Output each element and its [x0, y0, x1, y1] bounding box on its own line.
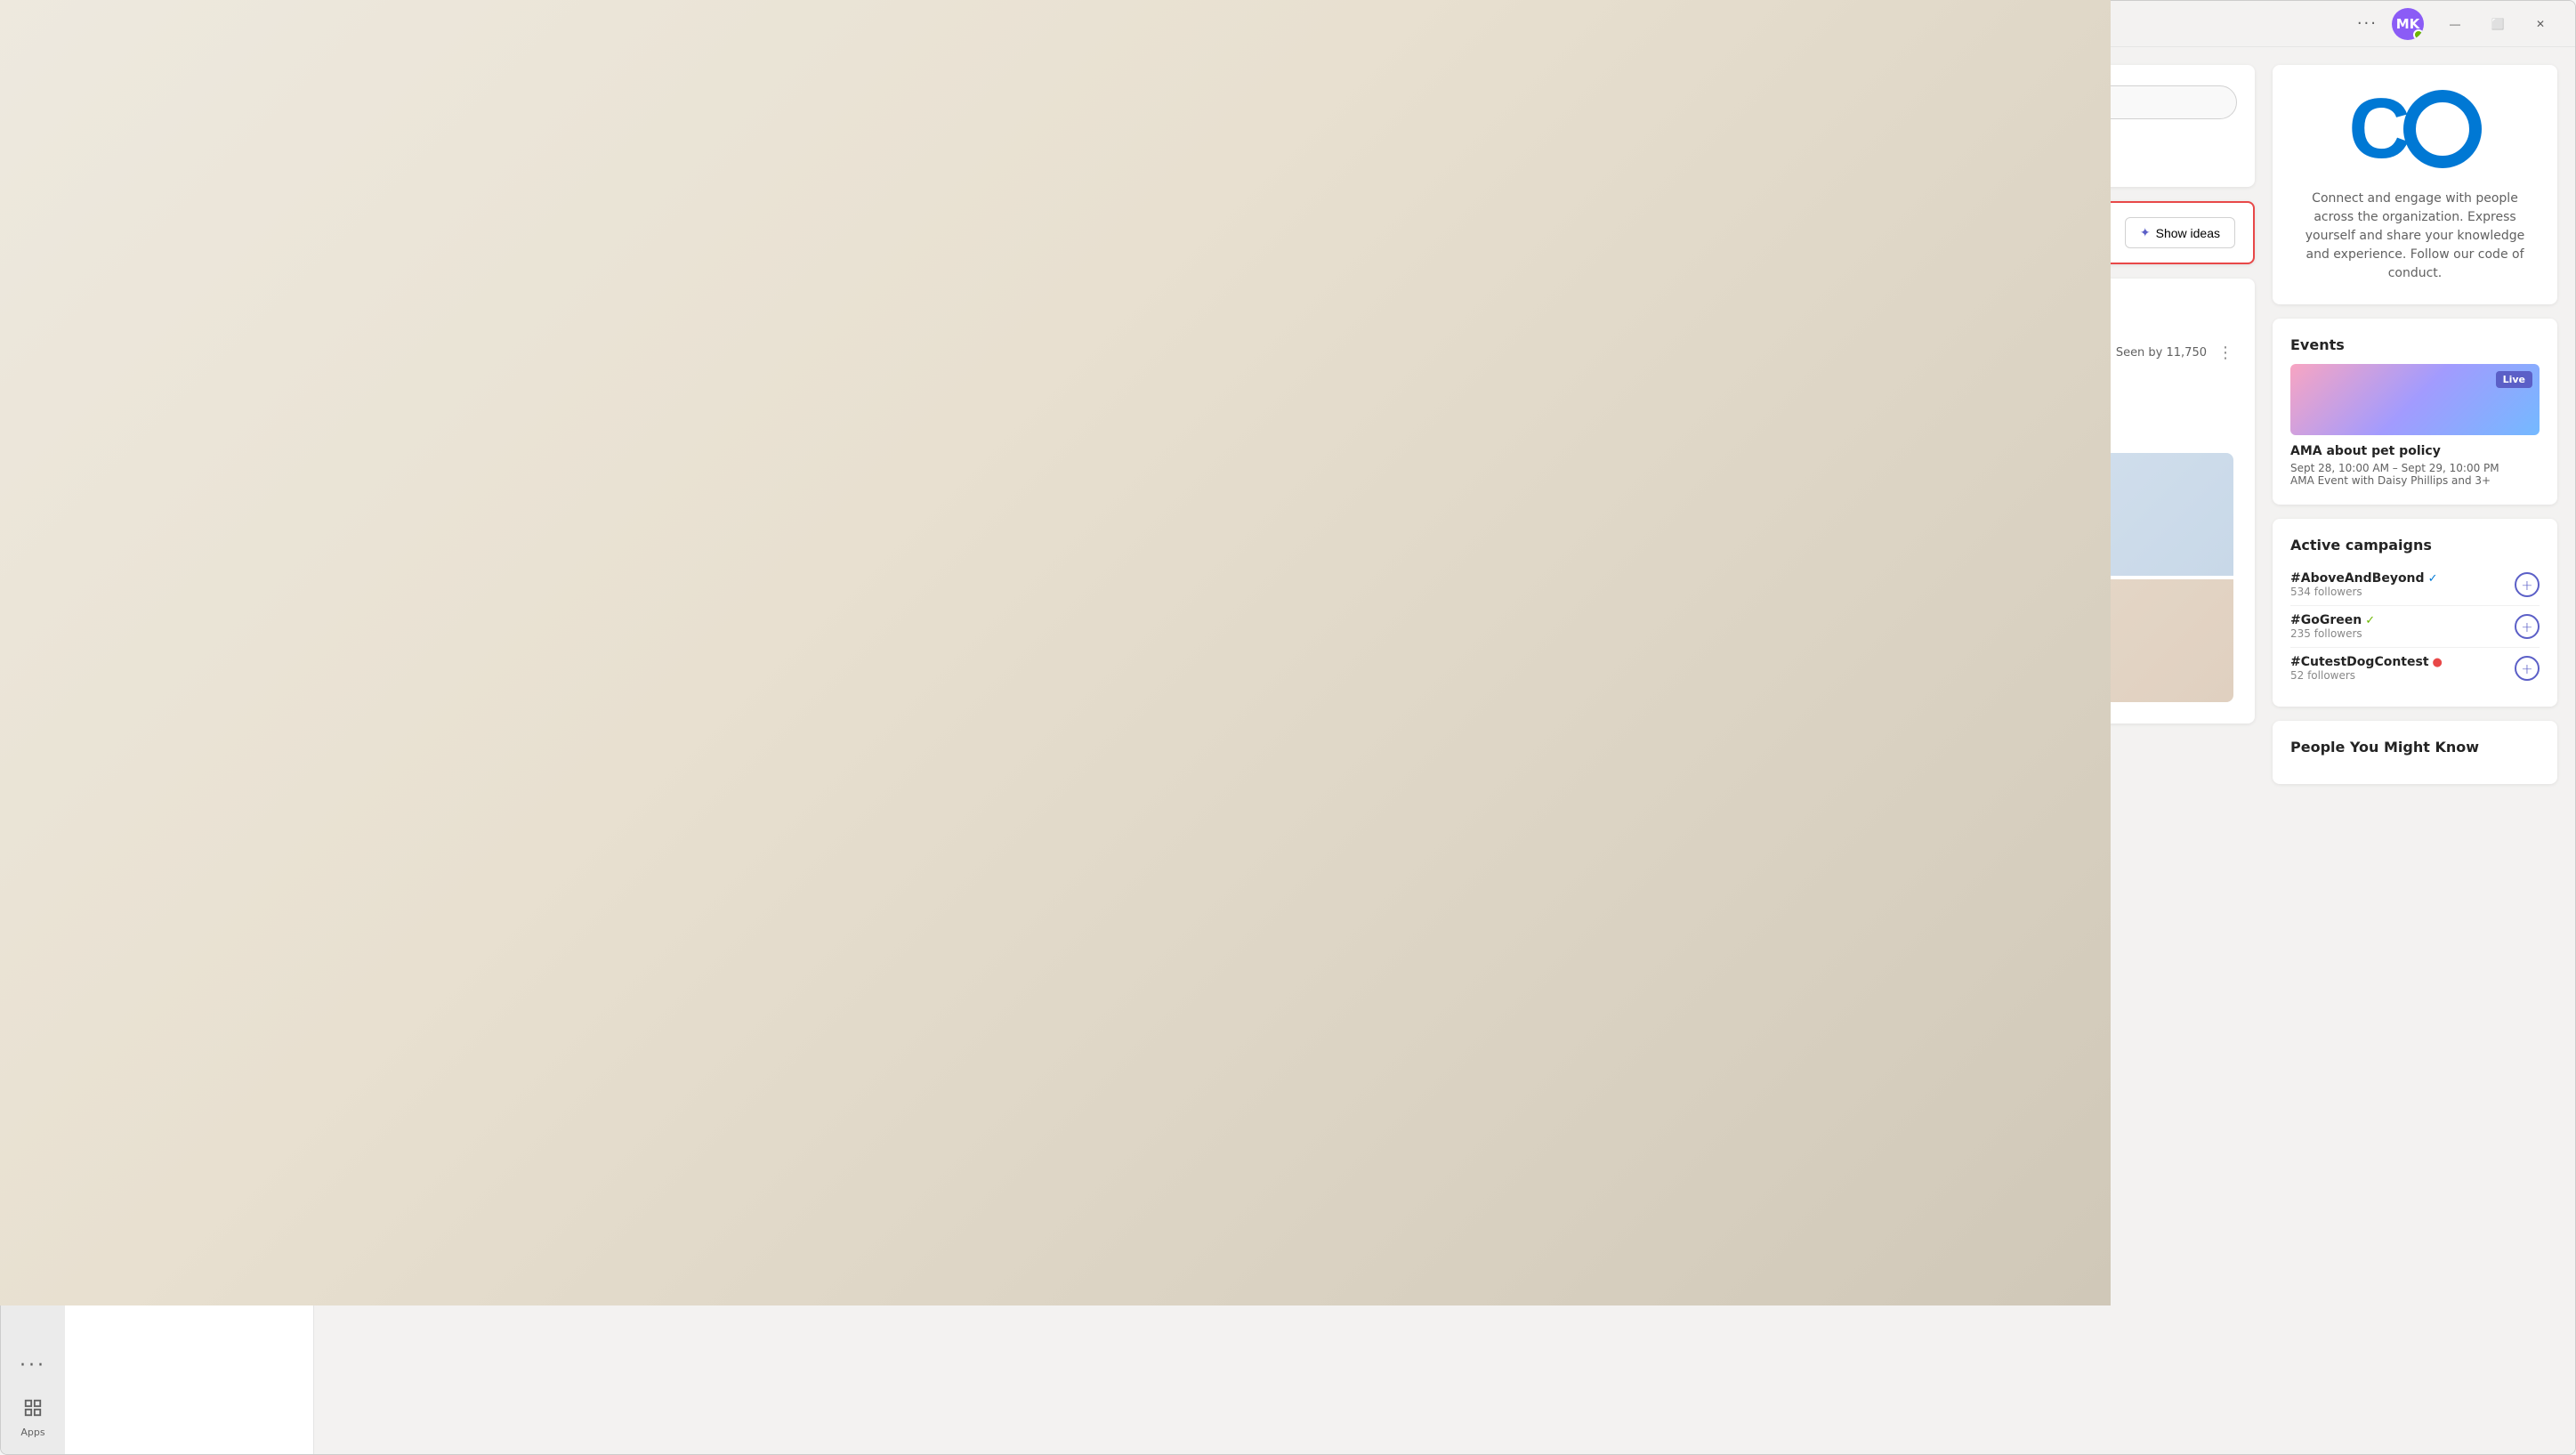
user-avatar[interactable]: MK [2392, 8, 2424, 40]
user-status-indicator [2413, 29, 2424, 40]
live-badge: Live [2496, 371, 2532, 388]
post-more-button[interactable]: ⋮ [2217, 344, 2233, 362]
apps-label: Apps [20, 1427, 44, 1438]
above-beyond-verified: ✓ [2428, 572, 2438, 586]
more-options-button[interactable]: ··· [2357, 14, 2378, 33]
campaigns-card: Active campaigns #AboveAndBeyond ✓ 534 f… [2273, 519, 2557, 707]
above-beyond-follow-button[interactable]: + [2515, 572, 2540, 597]
campaign-go-green-info: #GoGreen ✓ 235 followers [2290, 613, 2506, 640]
nav-item-apps[interactable]: Apps [4, 1389, 61, 1447]
co-branding-card: C Connect and engage with people across … [2273, 65, 2557, 304]
event-title[interactable]: AMA about pet policy [2290, 444, 2540, 458]
events-card: Events Live AMA about pet policy Sept 28… [2273, 319, 2557, 505]
go-green-verified: ✓ [2365, 614, 2375, 627]
campaign-item-above-beyond: #AboveAndBeyond ✓ 534 followers + [2290, 564, 2540, 606]
people-you-might-know-card: People You Might Know [2273, 721, 2557, 784]
campaigns-title: Active campaigns [2290, 537, 2540, 554]
nav-item-more[interactable]: ··· [4, 1346, 61, 1389]
cutest-dog-followers: 52 followers [2290, 669, 2506, 682]
sparkle-icon: ✦ [2140, 225, 2151, 240]
post-seen-count: Seen by 11,750 [2116, 346, 2207, 360]
campaign-above-beyond-name: #AboveAndBeyond ✓ [2290, 571, 2506, 586]
event-sub: AMA Event with Daisy Phillips and 3+ [2290, 474, 2540, 487]
above-beyond-followers: 534 followers [2290, 586, 2506, 598]
show-ideas-button[interactable]: ✦ Show ideas [2125, 217, 2235, 248]
campaign-go-green-name: #GoGreen ✓ [2290, 613, 2506, 627]
maximize-button[interactable]: ⬜ [2477, 10, 2518, 38]
show-ideas-label: Show ideas [2156, 226, 2220, 240]
post-images [353, 453, 2233, 702]
minimize-button[interactable]: — [2435, 10, 2475, 38]
campaign-item-go-green: #GoGreen ✓ 235 followers + [2290, 606, 2540, 648]
feed-area: MK Share thoughts, ideas or updates 💬 Di… [332, 65, 2255, 1436]
campaign-above-beyond-info: #AboveAndBeyond ✓ 534 followers [2290, 571, 2506, 598]
window-controls: — ⬜ ✕ [2435, 10, 2561, 38]
co-logo-container: C [2348, 86, 2481, 172]
campaign-item-cutest-dog: #CutestDogContest ● 52 followers + [2290, 648, 2540, 689]
campaign-cutest-dog-info: #CutestDogContest ● 52 followers [2290, 655, 2506, 682]
post-card: 📢 Announcement posted in All Company [332, 279, 2255, 723]
people-title: People You Might Know [2290, 739, 2540, 756]
go-green-followers: 235 followers [2290, 627, 2506, 640]
titlebar-right: ··· MK [2357, 8, 2424, 40]
co-description: Connect and engage with people across th… [2294, 190, 2536, 283]
co-letter-o [2403, 90, 2482, 168]
event-time: Sept 28, 10:00 AM – Sept 29, 10:00 PM [2290, 462, 2540, 474]
campaign-cutest-dog-name: #CutestDogContest ● [2290, 655, 2506, 669]
close-button[interactable]: ✕ [2520, 10, 2561, 38]
apps-icon [23, 1398, 43, 1423]
co-letter-c: C [2348, 86, 2410, 172]
more-icon: ··· [20, 1354, 46, 1377]
post-image-1 [353, 453, 1292, 702]
cutest-dog-dot: ● [2433, 656, 2443, 669]
right-panel: C Connect and engage with people across … [2273, 65, 2557, 1436]
cutest-dog-follow-button[interactable]: + [2515, 656, 2540, 681]
go-green-follow-button[interactable]: + [2515, 614, 2540, 639]
event-banner-image: Live [2290, 364, 2540, 435]
main-content: MK Share thoughts, ideas or updates 💬 Di… [314, 47, 2575, 1454]
events-title: Events [2290, 336, 2540, 353]
